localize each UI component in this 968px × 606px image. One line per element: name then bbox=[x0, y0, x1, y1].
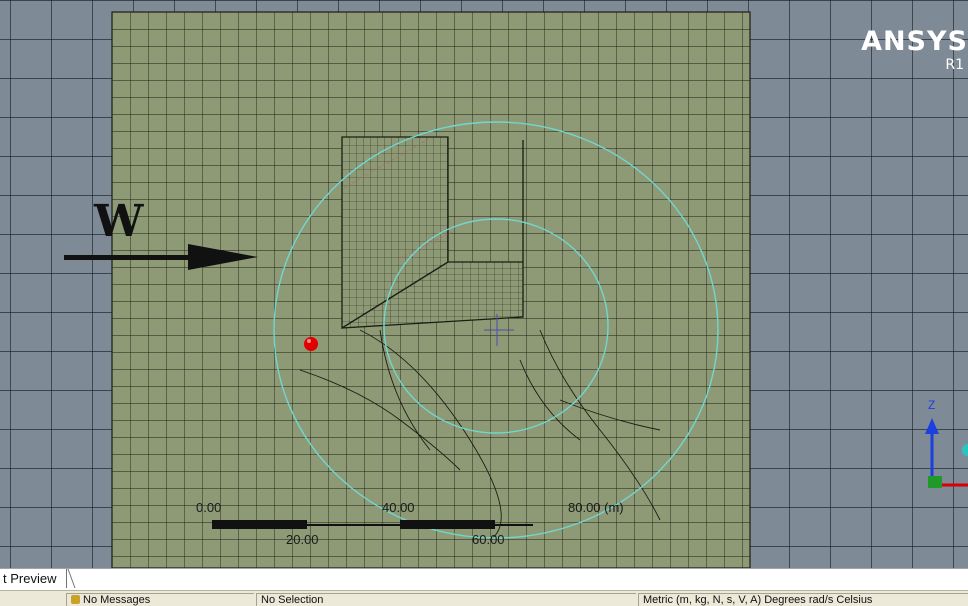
brand-release: R1 bbox=[945, 57, 964, 73]
wind-label: W bbox=[94, 196, 144, 247]
probe-point bbox=[304, 337, 318, 351]
scale-label-0: 0.00 bbox=[196, 500, 222, 515]
status-messages[interactable]: No Messages bbox=[66, 593, 254, 606]
tab-print-preview[interactable]: t Preview bbox=[0, 569, 68, 588]
ansys-logo: ANSYS R1 bbox=[861, 28, 968, 72]
view-tab-bar: t Preview bbox=[0, 568, 968, 590]
scale-label-60: 60.00 bbox=[472, 532, 505, 547]
mesh-view bbox=[0, 0, 968, 568]
triad-z-label: Z bbox=[928, 398, 936, 412]
status-selection: No Selection bbox=[256, 593, 636, 606]
brand-name: ANSYS bbox=[861, 26, 968, 57]
graphics-viewport[interactable]: ANSYS R1 W 0.00 40.00 80.00 (m) 20.00 60… bbox=[0, 0, 968, 568]
scale-label-80: 80.00 (m) bbox=[568, 500, 624, 515]
status-messages-text: No Messages bbox=[83, 594, 151, 606]
message-icon bbox=[71, 595, 80, 604]
status-bar: No Messages No Selection Metric (m, kg, … bbox=[0, 590, 968, 606]
scale-label-40: 40.00 bbox=[382, 500, 415, 515]
scale-label-20: 20.00 bbox=[286, 532, 319, 547]
status-units[interactable]: Metric (m, kg, N, s, V, A) Degrees rad/s… bbox=[638, 593, 968, 606]
